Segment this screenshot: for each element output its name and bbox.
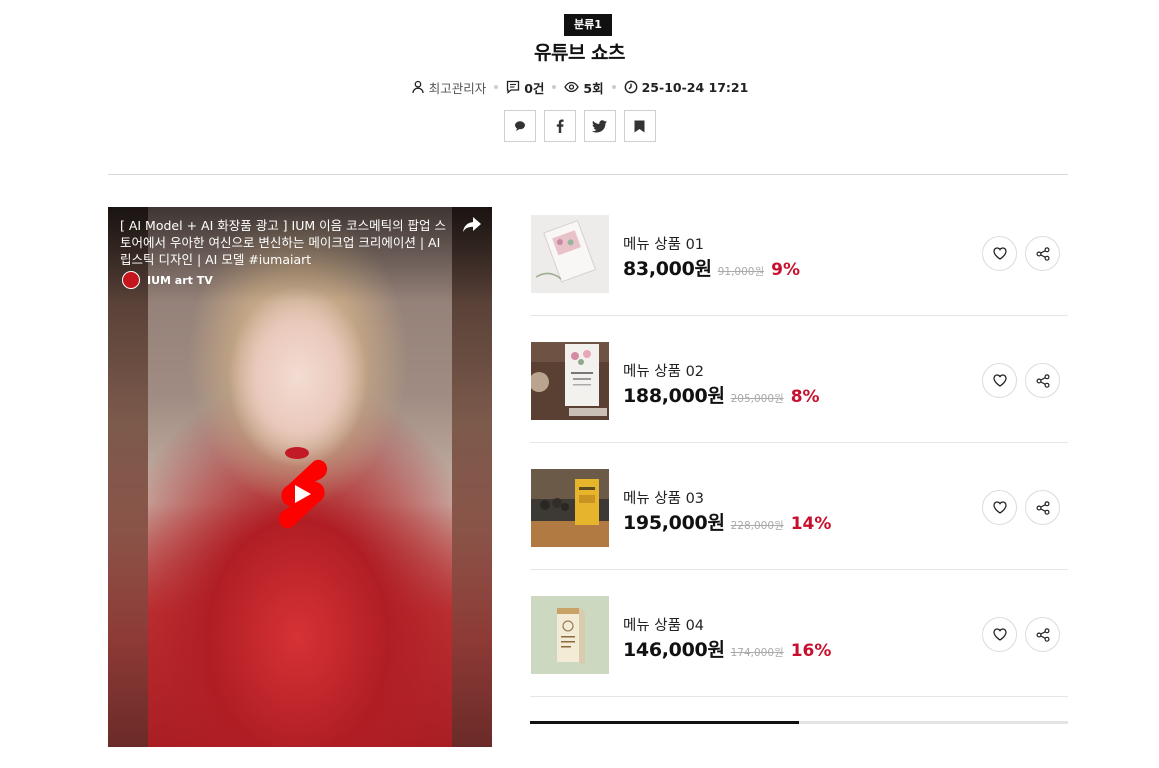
- comment-count-icon: [507, 80, 520, 94]
- product-item[interactable]: 메뉴 상품 01 83,000원 91,000원 9%: [530, 189, 1068, 316]
- share-button[interactable]: [1025, 363, 1060, 398]
- product-list: 메뉴 상품 01 83,000원 91,000원 9% 메뉴 상품 02 188…: [530, 189, 1068, 697]
- twitter-icon: [592, 119, 607, 132]
- bookmark-icon: [634, 120, 645, 132]
- product-original-price: 174,000원: [730, 647, 784, 659]
- youtube-shorts-player[interactable]: [ AI Model + AI 화장품 광고 ] IUM 이음 코스메틱의 팝업…: [108, 207, 492, 747]
- product-item[interactable]: 메뉴 상품 03 195,000원 228,000원 14%: [530, 443, 1068, 570]
- heart-icon: [992, 501, 1007, 514]
- product-original-price: 228,000원: [730, 520, 784, 532]
- product-name[interactable]: 메뉴 상품 02: [623, 360, 704, 381]
- share-icon: [1036, 627, 1050, 642]
- meta-datetime: 25-10-24 17:21: [624, 79, 749, 95]
- product-image[interactable]: [531, 342, 609, 420]
- twitter-share-button[interactable]: [583, 110, 616, 142]
- product-image[interactable]: [531, 596, 609, 674]
- product-name[interactable]: 메뉴 상품 01: [623, 233, 704, 254]
- comment-count: 0건: [524, 80, 545, 96]
- product-name[interactable]: 메뉴 상품 04: [623, 614, 704, 635]
- post-meta: 최고관리자 0건 5회 25-10-24 17:21: [0, 78, 1159, 96]
- product-price: 195,000원: [623, 512, 725, 534]
- product-price-group: 188,000원 205,000원 8%: [623, 381, 820, 408]
- meta-author: 최고관리자: [411, 78, 487, 97]
- like-button[interactable]: [982, 236, 1017, 271]
- video-title[interactable]: [ AI Model + AI 화장품 광고 ] IUM 이음 코스메틱의 팝업…: [120, 217, 455, 268]
- product-item[interactable]: 메뉴 상품 02 188,000원 205,000원 8%: [530, 316, 1068, 443]
- share-icon: [1036, 246, 1050, 261]
- share-button[interactable]: [1025, 236, 1060, 271]
- post-title: 유튜브 쇼츠: [533, 42, 626, 64]
- product-item[interactable]: 메뉴 상품 04 146,000원 174,000원 16%: [530, 570, 1068, 697]
- bookmark-button[interactable]: [623, 110, 656, 142]
- like-button[interactable]: [982, 490, 1017, 525]
- product-image[interactable]: [531, 469, 609, 547]
- share-icon: [1036, 500, 1050, 515]
- clock-icon: [624, 80, 638, 94]
- share-button[interactable]: [1025, 617, 1060, 652]
- heart-icon: [992, 628, 1007, 641]
- like-button[interactable]: [982, 617, 1017, 652]
- product-price-group: 146,000원 174,000원 16%: [623, 635, 831, 662]
- view-count: 5회: [583, 80, 604, 96]
- channel-avatar: [122, 271, 140, 289]
- category-badge[interactable]: 분류1: [564, 14, 612, 36]
- product-price-group: 195,000원 228,000원 14%: [623, 508, 831, 535]
- meta-separator: [494, 85, 499, 89]
- product-original-price: 205,000원: [730, 393, 784, 405]
- meta-comments: 0건: [506, 78, 544, 97]
- divider: [108, 174, 1068, 175]
- like-button[interactable]: [982, 363, 1017, 398]
- post-datetime: 25-10-24 17:21: [641, 79, 749, 95]
- product-discount: 8%: [790, 387, 820, 407]
- share-button[interactable]: [1025, 490, 1060, 525]
- heart-icon: [992, 374, 1007, 387]
- meta-separator: [611, 85, 616, 89]
- share-buttons: [0, 110, 1159, 142]
- video-share-icon[interactable]: [462, 216, 482, 234]
- video-channel[interactable]: IUM art TV: [122, 271, 213, 289]
- slider-progress-bar[interactable]: [530, 721, 1068, 724]
- meta-separator: [552, 85, 557, 89]
- product-original-price: 91,000원: [717, 266, 765, 278]
- heart-icon: [992, 247, 1007, 260]
- user-icon: [412, 80, 424, 94]
- product-price: 83,000원: [623, 258, 712, 280]
- product-image[interactable]: [531, 215, 609, 293]
- comment-icon: [514, 121, 525, 131]
- facebook-icon: [556, 119, 564, 133]
- product-price: 188,000원: [623, 385, 725, 407]
- youtube-shorts-play-icon[interactable]: [274, 458, 328, 530]
- product-discount: 16%: [790, 641, 832, 661]
- product-name[interactable]: 메뉴 상품 03: [623, 487, 704, 508]
- comment-button[interactable]: [503, 110, 536, 142]
- meta-views: 5회: [564, 78, 604, 97]
- slider-progress-fill: [530, 721, 799, 724]
- product-price: 146,000원: [623, 639, 725, 661]
- facebook-share-button[interactable]: [543, 110, 576, 142]
- product-price-group: 83,000원 91,000원 9%: [623, 254, 800, 281]
- channel-name: IUM art TV: [147, 273, 213, 287]
- eye-icon: [564, 81, 580, 93]
- product-discount: 9%: [771, 260, 800, 280]
- share-icon: [1036, 373, 1050, 388]
- product-discount: 14%: [790, 514, 832, 534]
- author-name: 최고관리자: [428, 80, 487, 96]
